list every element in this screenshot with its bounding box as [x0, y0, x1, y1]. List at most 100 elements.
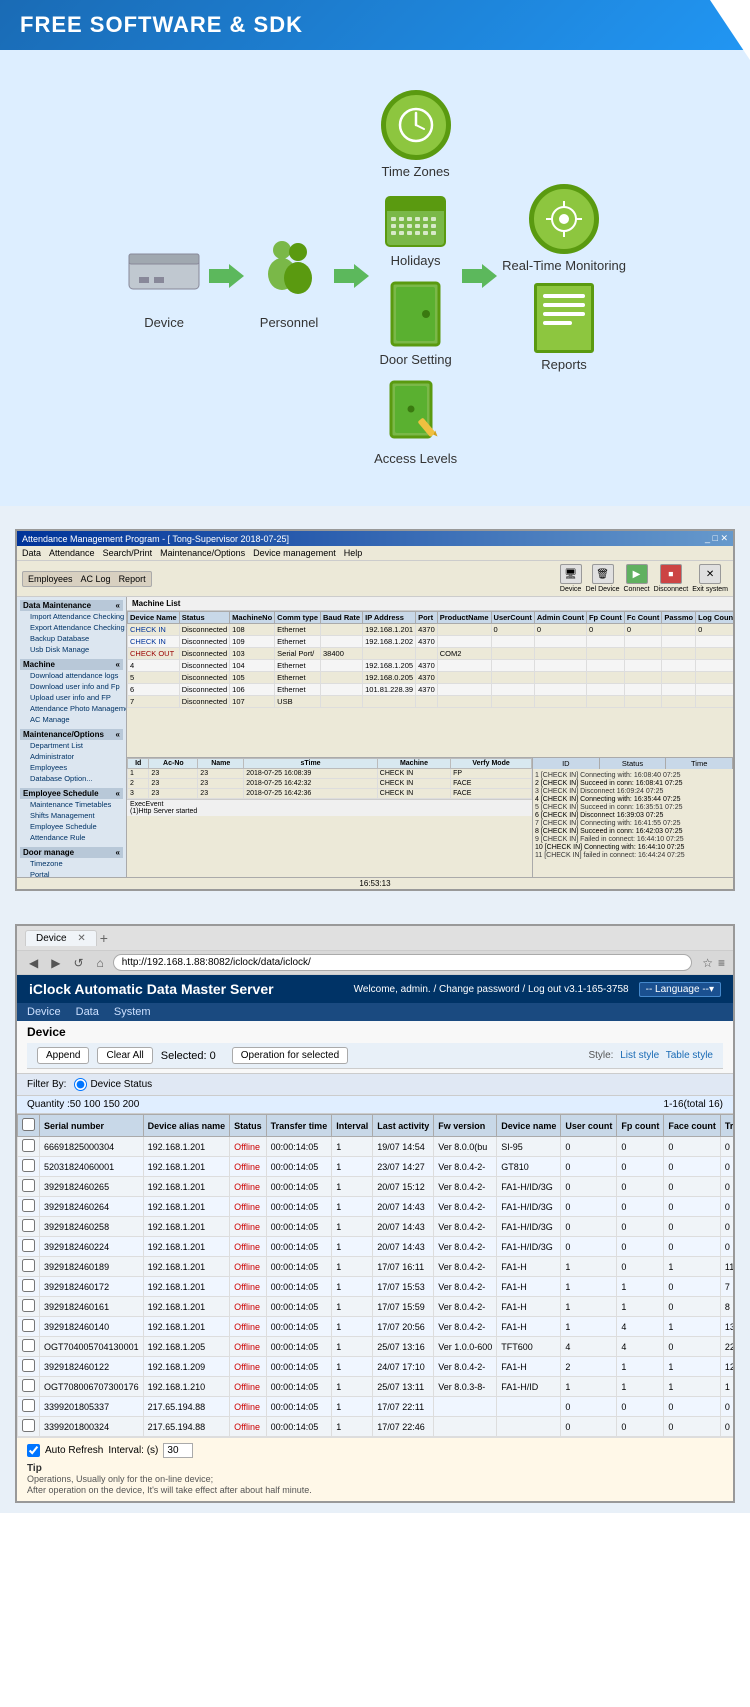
- iclock-row-1[interactable]: 52031824060001192.168.1.201Offline00:00:…: [18, 1157, 734, 1177]
- log-row-1[interactable]: 223232018-07-25 16:42:32CHECK INFACE: [128, 779, 532, 789]
- iclock-row-14[interactable]: 3399201800324217.65.194.88Offline00:00:1…: [18, 1417, 734, 1437]
- iclock-row-8[interactable]: 3929182460161192.168.1.201Offline00:00:1…: [18, 1297, 734, 1317]
- row-check-6[interactable]: [22, 1259, 35, 1272]
- browser-menu-icon[interactable]: ≡: [718, 956, 725, 970]
- sidebar-employees[interactable]: Employees: [20, 762, 123, 773]
- row-check-4[interactable]: [22, 1219, 35, 1232]
- language-selector[interactable]: -- Language --▾: [639, 982, 721, 997]
- iclock-row-10[interactable]: OGT704005704130001192.168.1.205Offline00…: [18, 1337, 734, 1357]
- menu-data[interactable]: Data: [22, 548, 41, 558]
- sidebar-backup[interactable]: Backup Database: [20, 633, 123, 644]
- row-check-12[interactable]: [22, 1379, 35, 1392]
- sidebar-upload-user[interactable]: Upload user info and FP: [20, 692, 123, 703]
- sidebar-emp-schedule[interactable]: Employee Schedule: [20, 821, 123, 832]
- machine-row-3[interactable]: 4Disconnected104Ethernet192.168.1.205437…: [128, 660, 734, 672]
- iclock-row-2[interactable]: 3929182460265192.168.1.201Offline00:00:1…: [18, 1177, 734, 1197]
- browser-star-icon[interactable]: ☆: [702, 956, 713, 970]
- menu-attendance[interactable]: Attendance: [49, 548, 95, 558]
- table-style-btn[interactable]: Table style: [666, 1050, 713, 1061]
- iclock-cell-4-9: 0: [561, 1217, 617, 1237]
- row-check-9[interactable]: [22, 1319, 35, 1332]
- menu-device[interactable]: Device management: [253, 548, 336, 558]
- btn-connect[interactable]: ▶ Connect: [623, 564, 649, 593]
- iclock-row-4[interactable]: 3929182460258192.168.1.201Offline00:00:1…: [18, 1217, 734, 1237]
- interval-input[interactable]: [163, 1443, 193, 1458]
- btn-del-device[interactable]: 🗑 Del Device: [586, 564, 620, 593]
- device-table-container: Serial number Device alias name Status T…: [17, 1114, 733, 1437]
- menu-maintenance[interactable]: Maintenance/Options: [160, 548, 245, 558]
- sidebar-export[interactable]: Export Attendance Checking Data: [20, 622, 123, 633]
- sidebar-timezone[interactable]: Timezone: [20, 858, 123, 869]
- menu-search[interactable]: Search/Print: [103, 548, 153, 558]
- iclock-cell-12-11: 1: [664, 1377, 721, 1397]
- iclock-row-13[interactable]: 3399201805337217.65.194.88Offline00:00:1…: [18, 1397, 734, 1417]
- sidebar-db[interactable]: Database Option...: [20, 773, 123, 784]
- row-check-3[interactable]: [22, 1199, 35, 1212]
- browser-add-tab[interactable]: +: [100, 930, 108, 946]
- menu-help[interactable]: Help: [344, 548, 363, 558]
- sidebar-dept[interactable]: Department List: [20, 740, 123, 751]
- machine-row-2[interactable]: CHECK OUTDisconnected103Serial Port/3840…: [128, 648, 734, 660]
- sidebar-portal[interactable]: Portal: [20, 869, 123, 877]
- row-check-2[interactable]: [22, 1179, 35, 1192]
- row-check-1[interactable]: [22, 1159, 35, 1172]
- nav-forward-btn[interactable]: ▶: [47, 955, 64, 971]
- sidebar-download-user[interactable]: Download user info and Fp: [20, 681, 123, 692]
- btn-disconnect[interactable]: ⏹ Disconnect: [654, 564, 689, 593]
- iclock-row-5[interactable]: 3929182460224192.168.1.201Offline00:00:1…: [18, 1237, 734, 1257]
- sidebar-ac[interactable]: AC Manage: [20, 714, 123, 725]
- log-row-2[interactable]: 323232018-07-25 16:42:36CHECK INFACE: [128, 789, 532, 799]
- auto-refresh-checkbox[interactable]: [27, 1444, 40, 1457]
- sidebar-admin[interactable]: Administrator: [20, 751, 123, 762]
- log-row-0[interactable]: 123232018-07-25 16:08:39CHECK INFP: [128, 769, 532, 779]
- row-check-11[interactable]: [22, 1359, 35, 1372]
- row-check-13[interactable]: [22, 1399, 35, 1412]
- iclock-row-6[interactable]: 3929182460189192.168.1.201Offline00:00:1…: [18, 1257, 734, 1277]
- iclock-row-3[interactable]: 3929182460264192.168.1.201Offline00:00:1…: [18, 1197, 734, 1217]
- tab-aclog[interactable]: AC Log: [81, 574, 111, 584]
- clearall-btn[interactable]: Clear All: [97, 1047, 152, 1064]
- machine-row-0[interactable]: CHECK INDisconnected108Ethernet192.168.1…: [128, 624, 734, 636]
- tab-report[interactable]: Report: [119, 574, 146, 584]
- sidebar-import[interactable]: Import Attendance Checking Data: [20, 611, 123, 622]
- row-check-10[interactable]: [22, 1339, 35, 1352]
- style-label: Style:: [588, 1050, 613, 1061]
- row-check-5[interactable]: [22, 1239, 35, 1252]
- machine-row-6[interactable]: 7Disconnected107USB3204: [128, 696, 734, 708]
- nav-system[interactable]: System: [114, 1006, 151, 1018]
- nav-home-btn[interactable]: ⌂: [93, 955, 108, 971]
- machine-row-1[interactable]: CHECK INDisconnected109Ethernet192.168.1…: [128, 636, 734, 648]
- row-check-7[interactable]: [22, 1279, 35, 1292]
- iclock-row-7[interactable]: 3929182460172192.168.1.201Offline00:00:1…: [18, 1277, 734, 1297]
- nav-device[interactable]: Device: [27, 1006, 61, 1018]
- nav-data[interactable]: Data: [76, 1006, 99, 1018]
- machine-row-4[interactable]: 5Disconnected105Ethernet192.168.0.205437…: [128, 672, 734, 684]
- tab-employees[interactable]: Employees: [28, 574, 73, 584]
- sidebar-photo[interactable]: Attendance Photo Management: [20, 703, 123, 714]
- iclock-cell-9-10: 4: [617, 1317, 664, 1337]
- row-check-8[interactable]: [22, 1299, 35, 1312]
- iclock-row-9[interactable]: 3929182460140192.168.1.201Offline00:00:1…: [18, 1317, 734, 1337]
- row-check-14[interactable]: [22, 1419, 35, 1432]
- sidebar-download-logs[interactable]: Download attendance logs: [20, 670, 123, 681]
- row-check-0[interactable]: [22, 1139, 35, 1152]
- sidebar-timetables[interactable]: Maintenance Timetables: [20, 799, 123, 810]
- btn-device[interactable]: 🖥 Device: [560, 564, 582, 593]
- append-btn[interactable]: Append: [37, 1047, 89, 1064]
- browser-tab-device[interactable]: Device ✕: [25, 930, 97, 946]
- list-style-btn[interactable]: List style: [620, 1050, 659, 1061]
- operation-btn[interactable]: Operation for selected: [232, 1047, 348, 1064]
- filter-device-status[interactable]: Device Status: [74, 1078, 152, 1091]
- sidebar-att-rule[interactable]: Attendance Rule: [20, 832, 123, 843]
- btn-exit[interactable]: ✕ Exit system: [692, 564, 728, 593]
- sidebar-usb[interactable]: Usb Disk Manage: [20, 644, 123, 655]
- nav-back-btn[interactable]: ◀: [25, 955, 42, 971]
- nav-refresh-btn[interactable]: ↺: [69, 955, 87, 971]
- machine-row-5[interactable]: 6Disconnected106Ethernet101.81.228.39437…: [128, 684, 734, 696]
- iclock-row-0[interactable]: 66691825000304192.168.1.201Offline00:00:…: [18, 1137, 734, 1157]
- browser-close-icon[interactable]: ✕: [77, 933, 85, 944]
- sidebar-shifts[interactable]: Shifts Management: [20, 810, 123, 821]
- browser-url[interactable]: http://192.168.1.88:8082/iclock/data/icl…: [113, 954, 692, 971]
- iclock-row-11[interactable]: 3929182460122192.168.1.209Offline00:00:1…: [18, 1357, 734, 1377]
- iclock-row-12[interactable]: OGT708006707300176192.168.1.210Offline00…: [18, 1377, 734, 1397]
